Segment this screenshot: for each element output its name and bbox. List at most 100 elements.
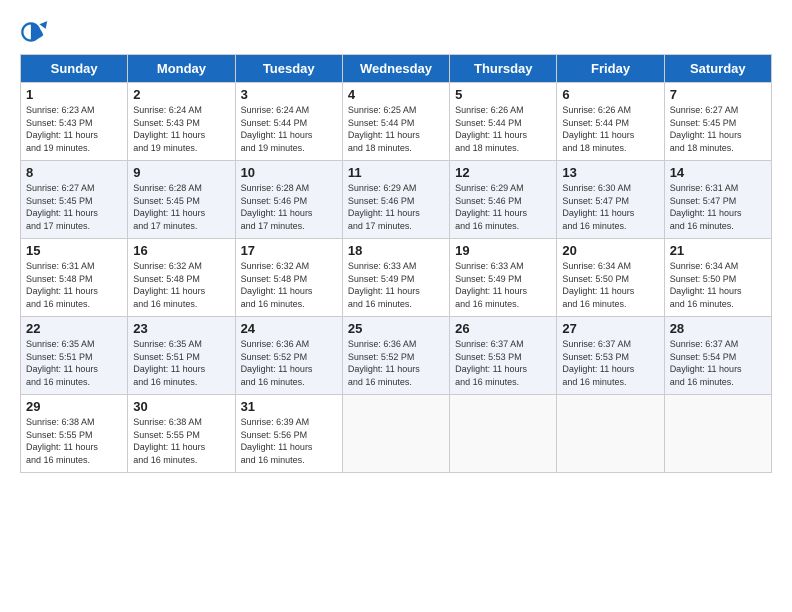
day-header-thursday: Thursday xyxy=(450,55,557,83)
day-number: 13 xyxy=(562,165,658,180)
logo-icon xyxy=(20,18,48,46)
calendar-cell: 14 Sunrise: 6:31 AM Sunset: 5:47 PM Dayli… xyxy=(664,161,771,239)
calendar-cell: 19 Sunrise: 6:33 AM Sunset: 5:49 PM Dayli… xyxy=(450,239,557,317)
calendar-cell: 31 Sunrise: 6:39 AM Sunset: 5:56 PM Dayli… xyxy=(235,395,342,473)
calendar-cell: 25Sunrise: 6:36 AM Sunset: 5:52 PM Dayli… xyxy=(342,317,449,395)
day-header-saturday: Saturday xyxy=(664,55,771,83)
day-info: Sunrise: 6:26 AM Sunset: 5:44 PM Dayligh… xyxy=(562,104,658,154)
day-number: 1 xyxy=(26,87,122,102)
day-number: 12 xyxy=(455,165,551,180)
day-number: 3 xyxy=(241,87,337,102)
day-header-friday: Friday xyxy=(557,55,664,83)
calendar-week-2: 8Sunrise: 6:27 AM Sunset: 5:45 PM Daylig… xyxy=(21,161,772,239)
day-info: Sunrise: 6:28 AM Sunset: 5:45 PM Dayligh… xyxy=(133,182,229,232)
calendar-cell: 23 Sunrise: 6:35 AM Sunset: 5:51 PM Dayli… xyxy=(128,317,235,395)
day-number: 7 xyxy=(670,87,766,102)
calendar-header: SundayMondayTuesdayWednesdayThursdayFrid… xyxy=(21,55,772,83)
day-header-sunday: Sunday xyxy=(21,55,128,83)
day-number: 9 xyxy=(133,165,229,180)
calendar-cell: 28Sunrise: 6:37 AM Sunset: 5:54 PM Dayli… xyxy=(664,317,771,395)
calendar-cell: 30Sunrise: 6:38 AM Sunset: 5:55 PM Dayli… xyxy=(128,395,235,473)
calendar-body: 1 Sunrise: 6:23 AM Sunset: 5:43 PM Daylig… xyxy=(21,83,772,473)
calendar-cell: 8Sunrise: 6:27 AM Sunset: 5:45 PM Daylig… xyxy=(21,161,128,239)
calendar-cell xyxy=(342,395,449,473)
day-info: Sunrise: 6:32 AM Sunset: 5:48 PM Dayligh… xyxy=(241,260,337,310)
day-number: 29 xyxy=(26,399,122,414)
day-info: Sunrise: 6:36 AM Sunset: 5:52 PM Dayligh… xyxy=(241,338,337,388)
day-number: 27 xyxy=(562,321,658,336)
calendar-cell: 6 Sunrise: 6:26 AM Sunset: 5:44 PM Daylig… xyxy=(557,83,664,161)
calendar-week-4: 22 Sunrise: 6:35 AM Sunset: 5:51 PM Dayli… xyxy=(21,317,772,395)
calendar-cell: 17 Sunrise: 6:32 AM Sunset: 5:48 PM Dayli… xyxy=(235,239,342,317)
day-number: 6 xyxy=(562,87,658,102)
day-info: Sunrise: 6:35 AM Sunset: 5:51 PM Dayligh… xyxy=(26,338,122,388)
calendar-cell: 21 Sunrise: 6:34 AM Sunset: 5:50 PM Dayli… xyxy=(664,239,771,317)
day-number: 24 xyxy=(241,321,337,336)
day-number: 23 xyxy=(133,321,229,336)
day-info: Sunrise: 6:34 AM Sunset: 5:50 PM Dayligh… xyxy=(562,260,658,310)
header-row: SundayMondayTuesdayWednesdayThursdayFrid… xyxy=(21,55,772,83)
day-info: Sunrise: 6:38 AM Sunset: 5:55 PM Dayligh… xyxy=(26,416,122,466)
calendar: SundayMondayTuesdayWednesdayThursdayFrid… xyxy=(20,54,772,473)
calendar-week-3: 15Sunrise: 6:31 AM Sunset: 5:48 PM Dayli… xyxy=(21,239,772,317)
day-header-tuesday: Tuesday xyxy=(235,55,342,83)
header xyxy=(20,18,772,46)
day-info: Sunrise: 6:34 AM Sunset: 5:50 PM Dayligh… xyxy=(670,260,766,310)
calendar-cell: 20Sunrise: 6:34 AM Sunset: 5:50 PM Dayli… xyxy=(557,239,664,317)
calendar-cell: 9 Sunrise: 6:28 AM Sunset: 5:45 PM Daylig… xyxy=(128,161,235,239)
day-info: Sunrise: 6:32 AM Sunset: 5:48 PM Dayligh… xyxy=(133,260,229,310)
day-info: Sunrise: 6:23 AM Sunset: 5:43 PM Dayligh… xyxy=(26,104,122,154)
day-number: 10 xyxy=(241,165,337,180)
calendar-cell: 1 Sunrise: 6:23 AM Sunset: 5:43 PM Daylig… xyxy=(21,83,128,161)
day-info: Sunrise: 6:24 AM Sunset: 5:43 PM Dayligh… xyxy=(133,104,229,154)
day-info: Sunrise: 6:33 AM Sunset: 5:49 PM Dayligh… xyxy=(455,260,551,310)
calendar-cell: 11 Sunrise: 6:29 AM Sunset: 5:46 PM Dayli… xyxy=(342,161,449,239)
day-info: Sunrise: 6:25 AM Sunset: 5:44 PM Dayligh… xyxy=(348,104,444,154)
calendar-cell: 2Sunrise: 6:24 AM Sunset: 5:43 PM Daylig… xyxy=(128,83,235,161)
calendar-cell xyxy=(664,395,771,473)
calendar-cell: 3 Sunrise: 6:24 AM Sunset: 5:44 PM Daylig… xyxy=(235,83,342,161)
calendar-cell xyxy=(557,395,664,473)
calendar-cell: 13 Sunrise: 6:30 AM Sunset: 5:47 PM Dayli… xyxy=(557,161,664,239)
calendar-cell: 26 Sunrise: 6:37 AM Sunset: 5:53 PM Dayli… xyxy=(450,317,557,395)
day-number: 14 xyxy=(670,165,766,180)
day-info: Sunrise: 6:37 AM Sunset: 5:53 PM Dayligh… xyxy=(562,338,658,388)
calendar-week-5: 29 Sunrise: 6:38 AM Sunset: 5:55 PM Dayli… xyxy=(21,395,772,473)
day-info: Sunrise: 6:30 AM Sunset: 5:47 PM Dayligh… xyxy=(562,182,658,232)
calendar-cell: 4Sunrise: 6:25 AM Sunset: 5:44 PM Daylig… xyxy=(342,83,449,161)
day-info: Sunrise: 6:27 AM Sunset: 5:45 PM Dayligh… xyxy=(670,104,766,154)
calendar-cell: 7 Sunrise: 6:27 AM Sunset: 5:45 PM Daylig… xyxy=(664,83,771,161)
calendar-cell: 22 Sunrise: 6:35 AM Sunset: 5:51 PM Dayli… xyxy=(21,317,128,395)
day-info: Sunrise: 6:33 AM Sunset: 5:49 PM Dayligh… xyxy=(348,260,444,310)
day-number: 26 xyxy=(455,321,551,336)
day-number: 22 xyxy=(26,321,122,336)
calendar-cell: 16 Sunrise: 6:32 AM Sunset: 5:48 PM Dayli… xyxy=(128,239,235,317)
day-number: 31 xyxy=(241,399,337,414)
day-number: 25 xyxy=(348,321,444,336)
day-info: Sunrise: 6:31 AM Sunset: 5:47 PM Dayligh… xyxy=(670,182,766,232)
day-number: 28 xyxy=(670,321,766,336)
calendar-cell: 29 Sunrise: 6:38 AM Sunset: 5:55 PM Dayli… xyxy=(21,395,128,473)
day-info: Sunrise: 6:35 AM Sunset: 5:51 PM Dayligh… xyxy=(133,338,229,388)
day-info: Sunrise: 6:29 AM Sunset: 5:46 PM Dayligh… xyxy=(348,182,444,232)
day-number: 21 xyxy=(670,243,766,258)
day-info: Sunrise: 6:26 AM Sunset: 5:44 PM Dayligh… xyxy=(455,104,551,154)
calendar-cell: 15Sunrise: 6:31 AM Sunset: 5:48 PM Dayli… xyxy=(21,239,128,317)
day-info: Sunrise: 6:24 AM Sunset: 5:44 PM Dayligh… xyxy=(241,104,337,154)
day-info: Sunrise: 6:28 AM Sunset: 5:46 PM Dayligh… xyxy=(241,182,337,232)
day-number: 11 xyxy=(348,165,444,180)
day-info: Sunrise: 6:27 AM Sunset: 5:45 PM Dayligh… xyxy=(26,182,122,232)
day-info: Sunrise: 6:39 AM Sunset: 5:56 PM Dayligh… xyxy=(241,416,337,466)
day-header-wednesday: Wednesday xyxy=(342,55,449,83)
page: SundayMondayTuesdayWednesdayThursdayFrid… xyxy=(0,0,792,612)
day-number: 16 xyxy=(133,243,229,258)
calendar-cell: 5 Sunrise: 6:26 AM Sunset: 5:44 PM Daylig… xyxy=(450,83,557,161)
day-number: 15 xyxy=(26,243,122,258)
day-number: 5 xyxy=(455,87,551,102)
day-number: 19 xyxy=(455,243,551,258)
calendar-cell xyxy=(450,395,557,473)
day-number: 18 xyxy=(348,243,444,258)
day-number: 17 xyxy=(241,243,337,258)
calendar-week-1: 1 Sunrise: 6:23 AM Sunset: 5:43 PM Daylig… xyxy=(21,83,772,161)
day-info: Sunrise: 6:37 AM Sunset: 5:53 PM Dayligh… xyxy=(455,338,551,388)
